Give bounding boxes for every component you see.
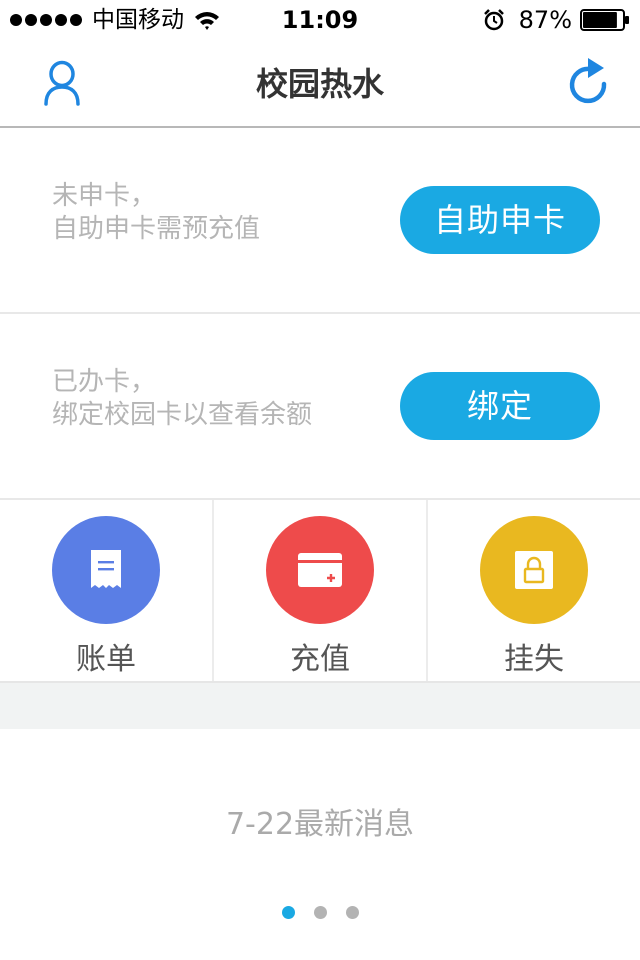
bill-circle xyxy=(52,516,160,624)
section-divider xyxy=(0,683,640,729)
wallet-add-icon xyxy=(298,553,342,587)
report-lost-circle xyxy=(480,516,588,624)
recharge-circle xyxy=(266,516,374,624)
refresh-icon[interactable] xyxy=(564,58,612,108)
recharge-label: 充值 xyxy=(290,642,350,677)
alarm-icon xyxy=(483,9,504,31)
bill-label: 账单 xyxy=(76,642,136,677)
app-screen: 中国移动 11:09 87% 校园热水 未申卡， 自助申卡需预充值 自助申卡 已… xyxy=(0,0,640,960)
bind-card-text: 已办卡， 绑定校园卡以查看余额 xyxy=(52,366,312,432)
page-title: 校园热水 xyxy=(255,65,384,103)
apply-card-row: 未申卡， 自助申卡需预充值 自助申卡 xyxy=(0,130,640,314)
battery-icon xyxy=(580,9,629,31)
bind-hint-line: 绑定校园卡以查看余额 xyxy=(52,400,313,430)
nav-bar: 校园热水 xyxy=(0,40,640,128)
apply-hint-line: 自助申卡需预充值 xyxy=(52,214,261,244)
status-right: 87% xyxy=(483,6,630,34)
action-grid: 账单 充值 挂失 xyxy=(0,500,640,683)
news-pager xyxy=(0,906,640,919)
apply-card-text: 未申卡， 自助申卡需预充值 xyxy=(52,180,260,246)
pager-dot-3[interactable] xyxy=(345,906,359,919)
battery-percent: 87% xyxy=(518,6,572,34)
receipt-icon xyxy=(91,550,121,588)
lock-icon xyxy=(515,551,553,589)
action-bill[interactable]: 账单 xyxy=(0,500,212,681)
action-report-lost[interactable]: 挂失 xyxy=(426,500,640,681)
pager-dot-2[interactable] xyxy=(313,906,327,919)
self-apply-card-button[interactable]: 自助申卡 xyxy=(400,186,600,254)
bind-status-line: 已办卡， xyxy=(52,367,157,397)
status-bar: 中国移动 11:09 87% xyxy=(0,0,640,40)
bind-card-button[interactable]: 绑定 xyxy=(400,372,600,440)
news-headline[interactable]: 7-22最新消息 xyxy=(0,805,640,845)
bind-card-row: 已办卡， 绑定校园卡以查看余额 绑定 xyxy=(0,314,640,500)
apply-status-line: 未申卡， xyxy=(52,181,157,211)
pager-dot-1[interactable] xyxy=(281,906,295,919)
report-lost-label: 挂失 xyxy=(504,642,564,677)
action-recharge[interactable]: 充值 xyxy=(212,500,426,681)
